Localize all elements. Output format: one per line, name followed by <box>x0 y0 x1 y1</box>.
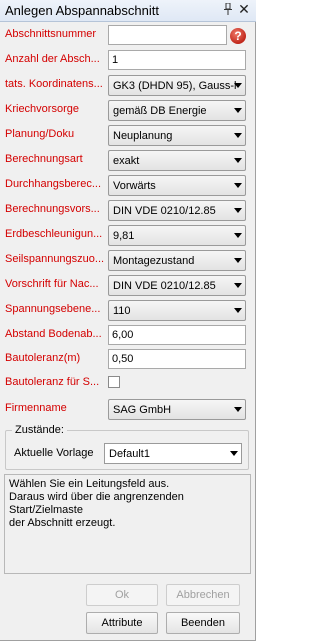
zustaende-group-title: Zustände: <box>12 424 67 436</box>
erdbeschleunigung-value: 9,81 <box>113 230 135 242</box>
chevron-down-icon <box>234 233 242 238</box>
bautoleranz-fuer-checkbox[interactable] <box>108 376 120 388</box>
label-erdbeschleunigung: Erdbeschleunigun... <box>5 228 103 240</box>
row-anzahl-abschnitte: Anzahl der Absch... 1 <box>0 50 256 72</box>
label-koordinatensystem: tats. Koordinatens... <box>5 78 103 90</box>
attribute-button[interactable]: Attribute <box>86 612 158 634</box>
kriechvorsorge-value: gemäß DB Energie <box>113 105 207 117</box>
label-abstand-bodenabstand: Abstand Bodenab... <box>5 328 102 340</box>
chevron-down-icon <box>234 407 242 412</box>
row-berechnungsart: Berechnungsart exakt <box>0 150 256 172</box>
row-kriechvorsorge: Kriechvorsorge gemäß DB Energie <box>0 100 256 122</box>
row-berechnungsvorschrift: Berechnungsvors... DIN VDE 0210/12.85 <box>0 200 256 222</box>
planung-doku-value: Neuplanung <box>113 130 173 142</box>
seilspannungszuordnung-value: Montagezustand <box>113 255 195 267</box>
vorschrift-nachweis-select[interactable]: DIN VDE 0210/12.85 <box>108 275 246 296</box>
chevron-down-icon <box>234 108 242 113</box>
row-planung-doku: Planung/Doku Neuplanung <box>0 125 256 147</box>
berechnungsvorschrift-value: DIN VDE 0210/12.85 <box>113 205 216 217</box>
row-bautoleranz-fuer: Bautoleranz für S... <box>0 373 256 395</box>
label-kriechvorsorge: Kriechvorsorge <box>5 103 79 115</box>
label-planung-doku: Planung/Doku <box>5 128 75 140</box>
row-koordinatensystem: tats. Koordinatens... GK3 (DHDN 95), Gau… <box>0 75 256 97</box>
row-spannungsebene: Spannungsebene... 110 <box>0 300 256 322</box>
koordinatensystem-value: GK3 (DHDN 95), Gauss-l <box>113 80 237 92</box>
label-spannungsebene: Spannungsebene... <box>5 303 101 315</box>
aktuelle-vorlage-value: Default1 <box>109 448 150 460</box>
row-abschnittsnummer: Abschnittsnummer ? <box>0 25 256 47</box>
label-berechnungsart: Berechnungsart <box>5 153 83 165</box>
koordinatensystem-select[interactable]: GK3 (DHDN 95), Gauss-l <box>108 75 246 96</box>
chevron-down-icon <box>230 451 238 456</box>
berechnungsvorschrift-select[interactable]: DIN VDE 0210/12.85 <box>108 200 246 221</box>
vorschrift-nachweis-value: DIN VDE 0210/12.85 <box>113 280 216 292</box>
info-line: Start/Zielmaste <box>9 504 83 516</box>
label-vorschrift-nachweis: Vorschrift für Nac... <box>5 278 99 290</box>
chevron-down-icon <box>234 133 242 138</box>
chevron-down-icon <box>234 283 242 288</box>
spannungsebene-select[interactable]: 110 <box>108 300 246 321</box>
kriechvorsorge-select[interactable]: gemäß DB Energie <box>108 100 246 121</box>
label-seilspannungszuordnung: Seilspannungszuo... <box>5 253 105 265</box>
firmenname-value: SAG GmbH <box>113 404 172 416</box>
info-line: Wählen Sie ein Leitungsfeld aus. <box>9 478 170 490</box>
row-firmenname: Firmenname SAG GmbH <box>0 399 256 421</box>
anzahl-abschnitte-input[interactable]: 1 <box>108 50 246 70</box>
chevron-down-icon <box>234 308 242 313</box>
row-vorschrift-nachweis: Vorschrift für Nac... DIN VDE 0210/12.85 <box>0 275 256 297</box>
chevron-down-icon <box>234 183 242 188</box>
durchhangsberechnung-value: Vorwärts <box>113 180 156 192</box>
beenden-button[interactable]: Beenden <box>166 612 240 634</box>
spannungsebene-value: 110 <box>113 305 131 317</box>
info-textbox: Wählen Sie ein Leitungsfeld aus. Daraus … <box>4 474 251 574</box>
abbrechen-button[interactable]: Abbrechen <box>166 584 240 606</box>
aktuelle-vorlage-select[interactable]: Default1 <box>104 443 242 464</box>
row-erdbeschleunigung: Erdbeschleunigun... 9,81 <box>0 225 256 247</box>
row-durchhangsberechnung: Durchhangsberec... Vorwärts <box>0 175 256 197</box>
close-icon[interactable]: ✕ <box>237 1 251 18</box>
seilspannungszuordnung-select[interactable]: Montagezustand <box>108 250 246 271</box>
info-line: Daraus wird über die angrenzenden <box>9 491 184 503</box>
label-berechnungsvorschrift: Berechnungsvors... <box>5 203 100 215</box>
erdbeschleunigung-select[interactable]: 9,81 <box>108 225 246 246</box>
chevron-down-icon <box>234 208 242 213</box>
planung-doku-select[interactable]: Neuplanung <box>108 125 246 146</box>
row-seilspannungszuordnung: Seilspannungszuo... Montagezustand <box>0 250 256 272</box>
label-abschnittsnummer: Abschnittsnummer <box>5 28 97 40</box>
chevron-down-icon <box>234 83 242 88</box>
ok-button[interactable]: Ok <box>86 584 158 606</box>
abstand-bodenabstand-input[interactable]: 6,00 <box>108 325 246 345</box>
label-firmenname: Firmenname <box>5 402 67 414</box>
bautoleranz-input[interactable]: 0,50 <box>108 349 246 369</box>
label-anzahl-abschnitte: Anzahl der Absch... <box>5 53 100 65</box>
berechnungsart-select[interactable]: exakt <box>108 150 246 171</box>
berechnungsart-value: exakt <box>113 155 140 167</box>
label-bautoleranz-fuer: Bautoleranz für S... <box>5 376 100 388</box>
chevron-down-icon <box>234 158 242 163</box>
firmenname-select[interactable]: SAG GmbH <box>108 399 246 420</box>
label-durchhangsberechnung: Durchhangsberec... <box>5 178 101 190</box>
panel-titlebar: Anlegen Abspannabschnitt ✕ <box>0 0 256 22</box>
pin-icon[interactable] <box>222 2 234 18</box>
chevron-down-icon <box>234 258 242 263</box>
label-bautoleranz: Bautoleranz(m) <box>5 352 81 364</box>
durchhangsberechnung-select[interactable]: Vorwärts <box>108 175 246 196</box>
aktuelle-vorlage-label: Aktuelle Vorlage <box>14 447 94 459</box>
row-bautoleranz: Bautoleranz(m) 0,50 <box>0 349 256 371</box>
anlegen-abspannabschnitt-panel: Anlegen Abspannabschnitt ✕ Abschnittsnum… <box>0 0 256 641</box>
row-abstand-bodenabstand: Abstand Bodenab... 6,00 <box>0 325 256 347</box>
info-line: der Abschnitt erzeugt. <box>9 517 116 529</box>
panel-title: Anlegen Abspannabschnitt <box>5 3 159 18</box>
help-icon[interactable]: ? <box>230 28 246 44</box>
abschnittsnummer-input[interactable] <box>108 25 227 45</box>
